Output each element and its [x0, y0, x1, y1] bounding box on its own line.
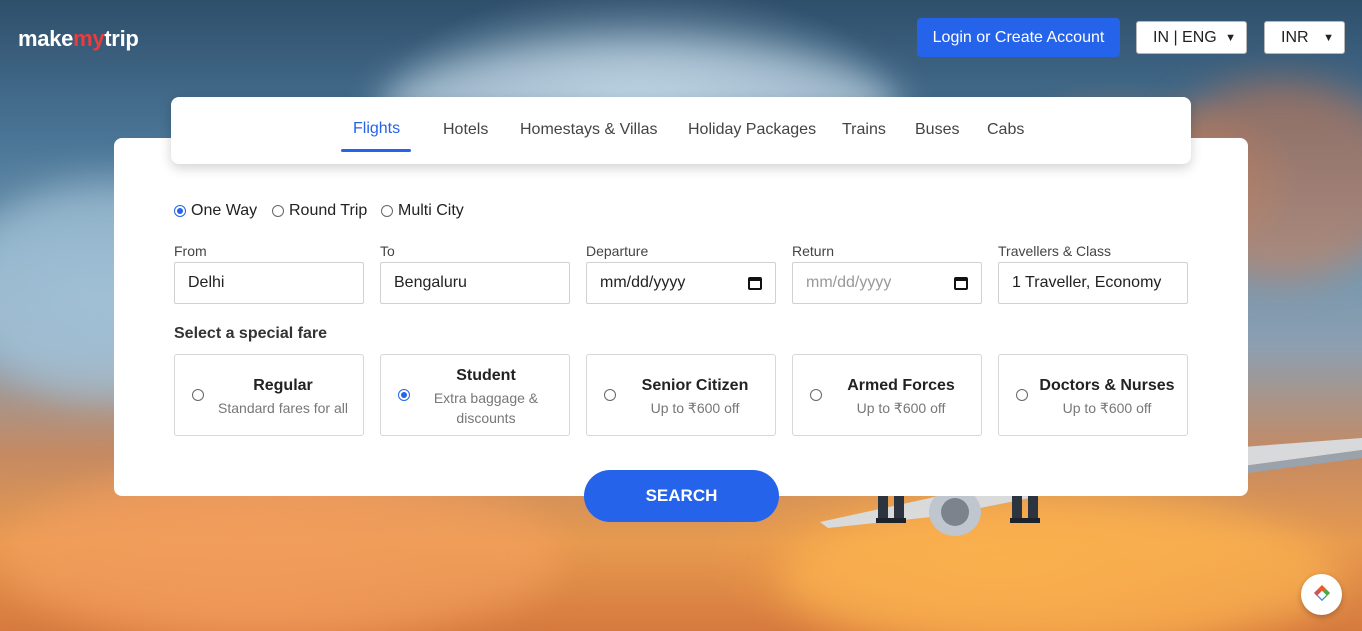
search-button[interactable]: SEARCH — [584, 470, 779, 522]
from-value: Delhi — [188, 274, 225, 291]
trip-type-one-way[interactable]: One Way — [174, 202, 257, 220]
helper-widget-icon — [1313, 584, 1330, 601]
product-tabs: Flights Hotels Homestays & Villas Holida… — [171, 97, 1191, 164]
logo-text-my: my — [73, 26, 105, 51]
calendar-icon[interactable] — [954, 276, 968, 290]
return-placeholder: mm/dd/yyyy — [806, 274, 892, 291]
trip-type-label: One Way — [191, 202, 258, 219]
language-select[interactable]: IN | ENG ▼ — [1136, 21, 1247, 54]
fare-subtitle: Extra baggage & discounts — [433, 390, 539, 426]
departure-label: Departure — [586, 243, 649, 259]
language-value: IN | ENG — [1153, 28, 1217, 46]
fare-title: Senior Citizen — [641, 377, 749, 394]
fare-option-doctors-nurses[interactable]: Doctors & Nurses Up to ₹600 off — [998, 354, 1188, 436]
fare-option-regular[interactable]: Regular Standard fares for all — [174, 354, 364, 436]
from-label: From — [174, 243, 207, 259]
fare-title: Armed Forces — [847, 377, 955, 394]
fare-title: Doctors & Nurses — [1039, 377, 1175, 394]
fare-option-senior-citizen[interactable]: Senior Citizen Up to ₹600 off — [586, 354, 776, 436]
helper-widget-button[interactable] — [1301, 574, 1342, 615]
trip-type-label: Multi City — [398, 202, 464, 219]
radio-armed-forces[interactable] — [810, 389, 822, 401]
radio-student[interactable] — [398, 389, 410, 401]
makemytrip-logo[interactable]: makemytrip — [18, 26, 139, 52]
return-date-input[interactable]: mm/dd/yyyy — [792, 262, 982, 304]
trip-type-multi-city[interactable]: Multi City — [381, 202, 464, 220]
tab-homestays-villas[interactable]: Homestays & Villas — [520, 121, 658, 139]
fare-title: Student — [456, 367, 516, 384]
tab-cabs[interactable]: Cabs — [987, 121, 1024, 139]
return-label: Return — [792, 243, 835, 259]
chevron-down-icon: ▼ — [1323, 31, 1334, 44]
trip-type-label: Round Trip — [289, 202, 368, 219]
logo-text-trip: trip — [104, 26, 139, 51]
currency-select[interactable]: INR ▼ — [1264, 21, 1345, 54]
logo-text-make: make — [18, 26, 74, 51]
trip-type-round-trip[interactable]: Round Trip — [272, 202, 367, 220]
fare-subtitle: Up to ₹600 off — [856, 400, 946, 416]
travellers-label: Travellers & Class — [998, 243, 1112, 259]
radio-senior-citizen[interactable] — [604, 389, 616, 401]
fare-option-student[interactable]: Student Extra baggage & discounts — [380, 354, 570, 436]
special-fare-heading: Select a special fare — [174, 325, 327, 342]
radio-multi-city[interactable] — [381, 205, 393, 217]
radio-regular[interactable] — [192, 389, 204, 401]
tab-holiday-packages[interactable]: Holiday Packages — [688, 121, 816, 139]
travellers-value: 1 Traveller, Economy — [1012, 274, 1162, 291]
radio-doctors-nurses[interactable] — [1016, 389, 1028, 401]
to-label: To — [380, 243, 395, 259]
from-input[interactable]: Delhi — [174, 262, 364, 304]
to-value: Bengaluru — [394, 274, 467, 291]
fare-option-armed-forces[interactable]: Armed Forces Up to ₹600 off — [792, 354, 982, 436]
currency-value: INR — [1281, 28, 1309, 46]
departure-date-input[interactable]: mm/dd/yyyy — [586, 262, 776, 304]
radio-round-trip[interactable] — [272, 205, 284, 217]
chevron-down-icon: ▼ — [1225, 31, 1236, 44]
departure-value: mm/dd/yyyy — [600, 274, 686, 291]
to-input[interactable]: Bengaluru — [380, 262, 570, 304]
login-button[interactable]: Login or Create Account — [917, 18, 1120, 57]
fare-title: Regular — [253, 377, 313, 394]
radio-one-way[interactable] — [174, 205, 186, 217]
tab-hotels[interactable]: Hotels — [443, 121, 488, 139]
tab-buses[interactable]: Buses — [915, 121, 959, 139]
tab-trains[interactable]: Trains — [842, 121, 886, 139]
tab-flights[interactable]: Flights — [353, 120, 400, 138]
calendar-icon[interactable] — [748, 276, 762, 290]
fare-subtitle: Up to ₹600 off — [650, 400, 740, 416]
active-tab-indicator — [341, 149, 411, 152]
fare-subtitle: Up to ₹600 off — [1062, 400, 1152, 416]
travellers-class-input[interactable]: 1 Traveller, Economy — [998, 262, 1188, 304]
flight-search-card: One Way Round Trip Multi City From Delhi… — [114, 138, 1248, 496]
fare-subtitle: Standard fares for all — [218, 400, 348, 416]
